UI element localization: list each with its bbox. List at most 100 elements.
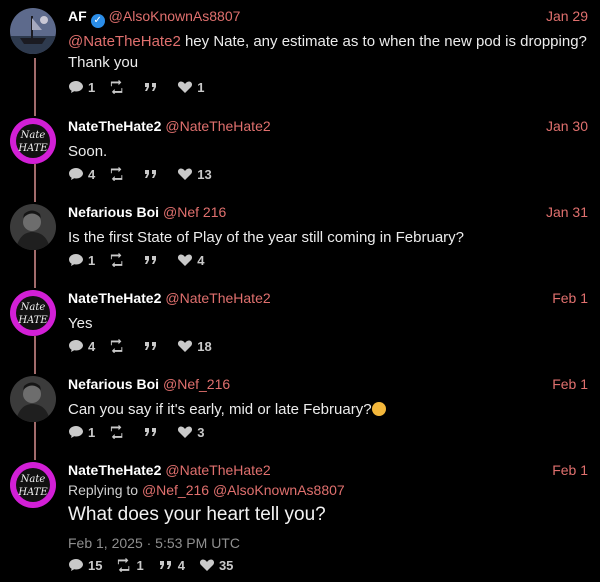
quote-button[interactable] <box>143 425 163 439</box>
like-count: 1 <box>197 79 205 95</box>
like-button[interactable]: 35 <box>199 558 233 573</box>
retweet-icon <box>109 425 125 439</box>
retweet-button[interactable] <box>109 80 129 94</box>
display-name[interactable]: Nefarious Boi <box>68 376 159 392</box>
replying-to-label: Replying to <box>68 482 142 498</box>
retweet-icon <box>109 253 125 267</box>
username-handle[interactable]: @NateTheHate2 <box>165 290 270 306</box>
retweet-icon <box>116 558 132 572</box>
replying-to: Replying to @Nef_216 @AlsoKnownAs8807 <box>68 482 345 498</box>
avatar-nate-the-hate-logo: Nate HATE <box>10 462 56 508</box>
like-count: 35 <box>218 557 234 573</box>
display-name[interactable]: NateTheHate2 <box>68 118 161 134</box>
avatar[interactable]: Nate HATE <box>10 290 56 336</box>
verified-badge-icon: ✓ <box>90 14 105 28</box>
quote-button[interactable] <box>143 253 163 267</box>
like-button[interactable]: 1 <box>177 80 204 95</box>
like-count: 4 <box>197 252 205 268</box>
tweet-stats: 4 13 <box>68 166 226 182</box>
comment-icon <box>68 425 84 439</box>
avatar-nate-the-hate-logo: Nate HATE <box>10 118 56 164</box>
tweet-header: Nefarious Boi @Nef 216 Jan 31 <box>68 204 588 222</box>
like-button[interactable]: 3 <box>177 425 204 440</box>
retweet-button[interactable] <box>109 425 129 439</box>
comment-icon <box>68 558 84 572</box>
tweet-stats: 15 1 4 35 <box>68 557 247 573</box>
reply-count: 4 <box>88 166 96 182</box>
like-count: 18 <box>197 338 212 354</box>
tweet-text: Yes <box>68 315 93 332</box>
tweet-text: Can you say if it's early, mid or late F… <box>68 399 588 420</box>
retweet-button[interactable] <box>109 339 129 353</box>
reply-button[interactable]: 15 <box>68 558 102 573</box>
reply-button[interactable]: 1 <box>68 253 95 268</box>
quote-button[interactable] <box>143 339 163 353</box>
main-tweet[interactable]: Nate HATE NateTheHate2 @NateTheHate2 Feb … <box>0 454 600 582</box>
tweet-stats: 1 1 <box>68 79 218 95</box>
tweet[interactable]: AF ✓ @AlsoKnownAs8807 Jan 29 @NateTheHate2… <box>0 0 600 100</box>
display-name[interactable]: AF <box>68 8 87 24</box>
quote-count: 4 <box>177 557 185 573</box>
tweet-date[interactable]: Feb 1 <box>552 376 588 392</box>
tweet-header: NateTheHate2 @NateTheHate2 Feb 1 <box>68 462 588 480</box>
quote-button[interactable] <box>143 167 163 181</box>
avatar[interactable]: Nate HATE <box>10 462 56 508</box>
mention-link[interactable]: @NateTheHate2 <box>68 33 181 50</box>
tweet[interactable]: Nate HATE NateTheHate2 @NateTheHate2 Jan … <box>0 110 600 196</box>
retweet-button[interactable] <box>109 167 129 181</box>
comment-icon <box>68 253 84 267</box>
quote-icon <box>158 558 174 572</box>
like-count: 13 <box>197 166 212 182</box>
tweet-date[interactable]: Feb 1 <box>552 290 588 306</box>
like-button[interactable]: 18 <box>177 338 212 354</box>
heart-icon <box>177 339 193 353</box>
like-count: 3 <box>197 424 205 440</box>
svg-text:HATE: HATE <box>17 315 48 326</box>
conversation-thread: AF ✓ @AlsoKnownAs8807 Jan 29 @NateTheHate2… <box>0 0 600 582</box>
quote-button[interactable]: 4 <box>158 558 185 573</box>
comment-icon <box>68 80 84 94</box>
retweet-button[interactable]: 1 <box>116 558 144 573</box>
avatar[interactable] <box>10 376 56 422</box>
username-handle[interactable]: @AlsoKnownAs8807 <box>109 8 241 24</box>
username-handle[interactable]: @NateTheHate2 <box>165 118 270 134</box>
like-button[interactable]: 4 <box>177 253 204 268</box>
avatar[interactable] <box>10 8 56 54</box>
heart-icon <box>177 425 193 439</box>
tweet-date[interactable]: Jan 30 <box>546 118 588 134</box>
tweet-date[interactable]: Jan 31 <box>546 204 588 220</box>
tweet-date[interactable]: Jan 29 <box>546 8 588 24</box>
display-name[interactable]: Nefarious Boi <box>68 204 159 220</box>
retweet-button[interactable] <box>109 253 129 267</box>
reply-button[interactable]: 1 <box>68 425 95 440</box>
avatar[interactable]: Nate HATE <box>10 118 56 164</box>
reply-button[interactable]: 1 <box>68 80 95 95</box>
tweet-date[interactable]: Feb 1 <box>552 462 588 478</box>
display-name[interactable]: NateTheHate2 <box>68 290 161 306</box>
tweet-timestamp[interactable]: Feb 1, 2025 · 5:53 PM UTC <box>68 535 240 551</box>
username-handle[interactable]: @Nef 216 <box>163 204 226 220</box>
like-button[interactable]: 13 <box>177 166 212 182</box>
avatar-ship-image <box>10 8 56 54</box>
tweet[interactable]: Nate HATE NateTheHate2 @NateTheHate2 Feb … <box>0 282 600 368</box>
tweet[interactable]: Nefarious Boi @Nef 216 Jan 31 Is the firs… <box>0 196 600 282</box>
tweet-text: Soon. <box>68 143 108 160</box>
svg-text:HATE: HATE <box>17 487 48 498</box>
username-handle[interactable]: @Nef_216 <box>163 376 230 392</box>
quote-icon <box>143 80 159 94</box>
tweet[interactable]: Nefarious Boi @Nef_216 Feb 1 Can you say … <box>0 368 600 454</box>
quote-icon <box>143 425 159 439</box>
svg-text:HATE: HATE <box>17 143 48 154</box>
reply-button[interactable]: 4 <box>68 167 95 182</box>
username-handle[interactable]: @NateTheHate2 <box>165 462 270 478</box>
reply-count: 1 <box>88 79 96 95</box>
thinking-face-emoji-icon <box>371 402 386 416</box>
quote-button[interactable] <box>143 80 163 94</box>
avatar[interactable] <box>10 204 56 250</box>
svg-text:Nate: Nate <box>20 474 46 485</box>
replying-to-handles[interactable]: @Nef_216 @AlsoKnownAs8807 <box>142 482 345 498</box>
reply-button[interactable]: 4 <box>68 339 95 354</box>
avatar-person-photo <box>10 376 56 422</box>
display-name[interactable]: NateTheHate2 <box>68 462 161 478</box>
heart-icon <box>177 167 193 181</box>
